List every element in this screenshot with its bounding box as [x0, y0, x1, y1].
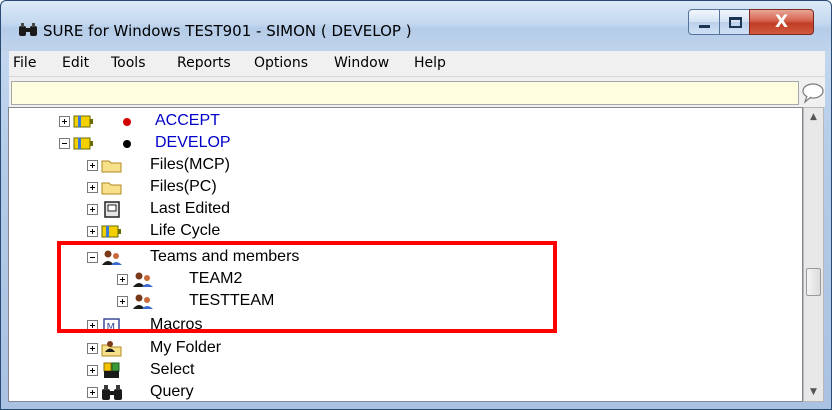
speech-bubble-icon[interactable]: [801, 81, 825, 105]
scroll-down-arrow-icon[interactable]: ▼: [804, 383, 823, 401]
navigation-tree[interactable]: ACCEPT DEVELOP Files(MCP) Files(PC) Last…: [8, 107, 803, 402]
tree-label: DEVELOP: [155, 134, 231, 151]
maximize-button[interactable]: [719, 9, 750, 35]
expand-toggle[interactable]: [117, 274, 128, 285]
battery-icon: [101, 225, 121, 238]
tree-label: ACCEPT: [155, 112, 220, 129]
tree-row-last-edited[interactable]: Last Edited: [9, 198, 802, 220]
tree-row-files-mcp[interactable]: Files(MCP): [9, 154, 802, 176]
folder-icon: [101, 182, 122, 195]
tree-label: TESTTEAM: [189, 292, 275, 309]
menu-tools[interactable]: Tools: [111, 55, 146, 71]
maximize-icon: [729, 17, 742, 28]
battery-icon: [73, 115, 93, 128]
tree-row-teams-and-members[interactable]: Teams and members: [9, 246, 802, 268]
tree-row-develop[interactable]: DEVELOP: [9, 132, 802, 154]
tree-row-life-cycle[interactable]: Life Cycle: [9, 220, 802, 242]
tree-label: Life Cycle: [150, 222, 221, 239]
tree-label: TEAM2: [189, 270, 243, 287]
tree-row-select[interactable]: Select: [9, 359, 802, 381]
window-title: SURE for Windows TEST901 - SIMON ( DEVEL…: [43, 22, 412, 40]
svg-text:M: M: [107, 322, 116, 333]
tree-label: Last Edited: [150, 200, 231, 217]
macro-icon: M: [103, 318, 120, 333]
battery-icon: [73, 137, 93, 150]
tree-label: Files(MCP): [150, 156, 230, 173]
collapse-toggle[interactable]: [59, 138, 70, 149]
expand-toggle[interactable]: [87, 320, 98, 331]
minimize-button[interactable]: [688, 9, 720, 35]
status-dot: [123, 140, 131, 148]
tree-row-team2[interactable]: TEAM2: [9, 268, 802, 290]
tree-row-files-pc[interactable]: Files(PC): [9, 176, 802, 198]
menu-bar: File Edit Tools Reports Options Window H…: [9, 51, 825, 77]
expand-toggle[interactable]: [87, 343, 98, 354]
tree-label: My Folder: [150, 339, 222, 356]
my-folder-icon: [101, 341, 122, 357]
folder-icon: [101, 160, 122, 173]
tree-label: Macros: [150, 316, 203, 333]
recent-document-icon: [104, 201, 120, 218]
tree-label: Teams and members: [150, 248, 300, 265]
menu-edit[interactable]: Edit: [62, 55, 89, 71]
team-icon: [133, 294, 153, 309]
vertical-scrollbar[interactable]: ▲ ▼: [803, 107, 824, 402]
expand-toggle[interactable]: [87, 365, 98, 376]
tree-row-macros[interactable]: M Macros: [9, 314, 802, 336]
collapse-toggle[interactable]: [87, 252, 98, 263]
tree-row-query[interactable]: Query: [9, 381, 802, 401]
menu-help[interactable]: Help: [414, 55, 446, 71]
menu-file[interactable]: File: [13, 55, 36, 71]
menu-options[interactable]: Options: [254, 55, 308, 71]
tree-row-testteam[interactable]: TESTTEAM: [9, 290, 802, 312]
select-icon: [103, 362, 120, 378]
expand-toggle[interactable]: [87, 204, 98, 215]
scroll-thumb[interactable]: [806, 268, 821, 296]
menu-reports[interactable]: Reports: [177, 55, 231, 71]
close-button[interactable]: X: [749, 9, 814, 35]
binoculars-app-icon: [19, 23, 37, 36]
title-bar[interactable]: SURE for Windows TEST901 - SIMON ( DEVEL…: [1, 1, 831, 51]
menu-window[interactable]: Window: [334, 55, 389, 71]
expand-toggle[interactable]: [87, 387, 98, 398]
tree-label: Files(PC): [150, 178, 217, 195]
expand-toggle[interactable]: [87, 226, 98, 237]
minimize-icon: [699, 25, 710, 28]
expand-toggle[interactable]: [87, 160, 98, 171]
team-icon: [102, 250, 122, 265]
expand-toggle[interactable]: [117, 296, 128, 307]
team-icon: [133, 272, 153, 287]
command-input[interactable]: [11, 81, 799, 105]
expand-toggle[interactable]: [87, 182, 98, 193]
expand-toggle[interactable]: [59, 116, 70, 127]
tree-label: Query: [150, 383, 194, 400]
tree-row-accept[interactable]: ACCEPT: [9, 110, 802, 132]
status-dot: [123, 118, 131, 126]
command-bar: [9, 77, 825, 107]
close-icon: X: [774, 12, 789, 32]
tree-label: Select: [150, 361, 195, 378]
binoculars-icon: [102, 385, 122, 400]
tree-row-my-folder[interactable]: My Folder: [9, 337, 802, 359]
scroll-up-arrow-icon[interactable]: ▲: [804, 108, 823, 126]
